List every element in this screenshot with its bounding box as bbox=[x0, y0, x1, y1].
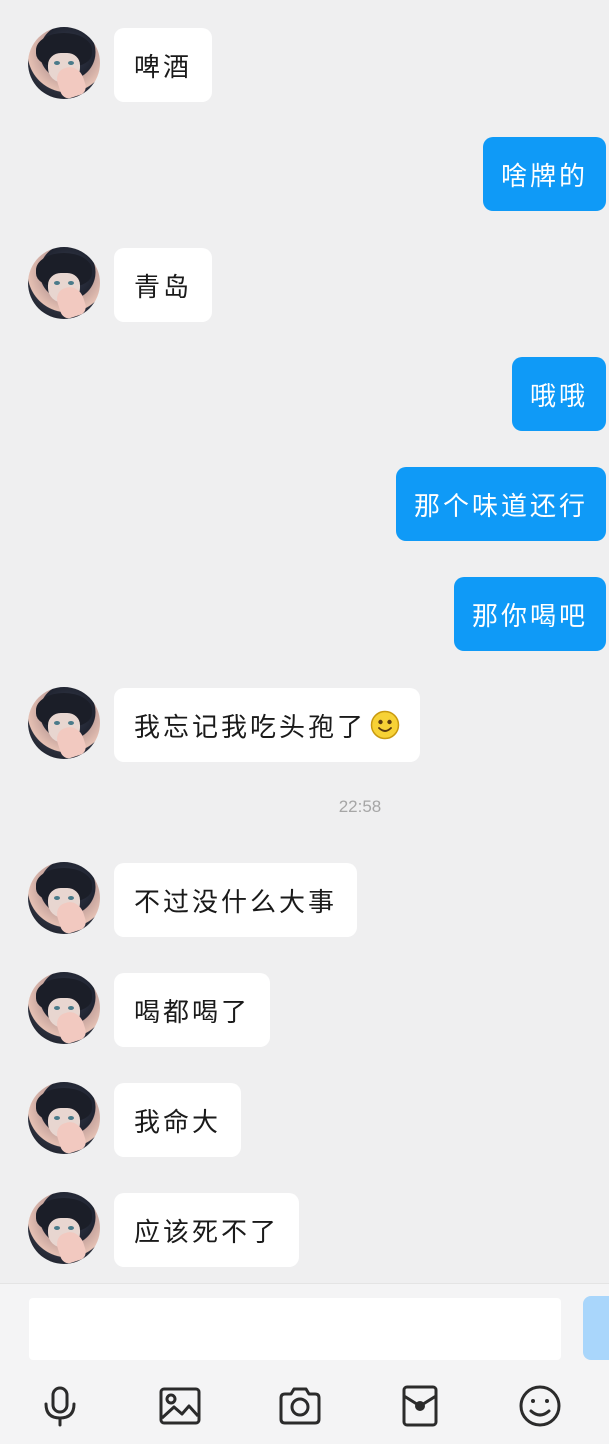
received-message-bubble[interactable]: 青岛 bbox=[114, 248, 213, 322]
message-text: 那个味道还行 bbox=[413, 491, 588, 522]
contact-avatar[interactable] bbox=[28, 27, 100, 99]
send-button[interactable] bbox=[583, 1296, 609, 1360]
sent-message-bubble[interactable]: 那个味道还行 bbox=[395, 467, 606, 541]
received-message-bubble[interactable]: 应该死不了 bbox=[114, 1193, 300, 1267]
message-text: 我忘记我吃头孢了 bbox=[134, 712, 367, 743]
contact-avatar[interactable] bbox=[28, 972, 100, 1044]
chat-message-list[interactable]: 啤酒 啥牌的 青岛 哦哦 那个味道还行 那你喝吧 我忘记我吃头孢了 22:58 bbox=[0, 0, 609, 1283]
received-message-bubble[interactable]: 喝都喝了 bbox=[114, 973, 271, 1047]
smile-emoji-icon bbox=[370, 710, 400, 740]
contact-avatar[interactable] bbox=[28, 1192, 100, 1264]
sent-message-bubble[interactable]: 啥牌的 bbox=[482, 137, 606, 211]
contact-avatar[interactable] bbox=[28, 247, 100, 319]
message-text: 那你喝吧 bbox=[471, 601, 588, 632]
message-timestamp: 22:58 bbox=[338, 797, 382, 816]
message-text: 不过没什么大事 bbox=[134, 887, 338, 918]
emoji-icon[interactable] bbox=[518, 1384, 562, 1428]
message-row: 啤酒 bbox=[0, 27, 609, 102]
message-text: 我命大 bbox=[134, 1107, 222, 1138]
message-row: 不过没什么大事 bbox=[0, 862, 609, 937]
received-message-bubble[interactable]: 不过没什么大事 bbox=[114, 863, 358, 937]
message-text: 应该死不了 bbox=[134, 1217, 280, 1248]
message-text: 啤酒 bbox=[134, 52, 193, 83]
received-message-bubble[interactable]: 啤酒 bbox=[114, 28, 213, 102]
contact-avatar[interactable] bbox=[28, 687, 100, 759]
message-text: 啥牌的 bbox=[500, 161, 588, 192]
message-text: 青岛 bbox=[134, 272, 193, 303]
message-row: 应该死不了 bbox=[0, 1192, 609, 1267]
camera-icon[interactable] bbox=[278, 1384, 322, 1428]
sent-message-bubble[interactable]: 哦哦 bbox=[511, 357, 606, 431]
image-icon[interactable] bbox=[158, 1384, 202, 1428]
contact-avatar[interactable] bbox=[28, 1082, 100, 1154]
message-input[interactable] bbox=[29, 1298, 561, 1360]
message-row: 青岛 bbox=[0, 247, 609, 322]
message-text: 哦哦 bbox=[529, 381, 588, 412]
contact-avatar[interactable] bbox=[28, 862, 100, 934]
microphone-icon[interactable] bbox=[38, 1384, 82, 1428]
received-message-bubble[interactable]: 我命大 bbox=[114, 1083, 242, 1157]
received-message-bubble[interactable]: 我忘记我吃头孢了 bbox=[114, 688, 421, 762]
message-row: 我命大 bbox=[0, 1082, 609, 1157]
message-text: 喝都喝了 bbox=[134, 997, 251, 1028]
red-packet-icon[interactable] bbox=[398, 1384, 442, 1428]
message-row: 我忘记我吃头孢了 bbox=[0, 687, 609, 762]
input-panel bbox=[0, 1283, 609, 1444]
message-row: 喝都喝了 bbox=[0, 972, 609, 1047]
sent-message-bubble[interactable]: 那你喝吧 bbox=[453, 577, 606, 651]
